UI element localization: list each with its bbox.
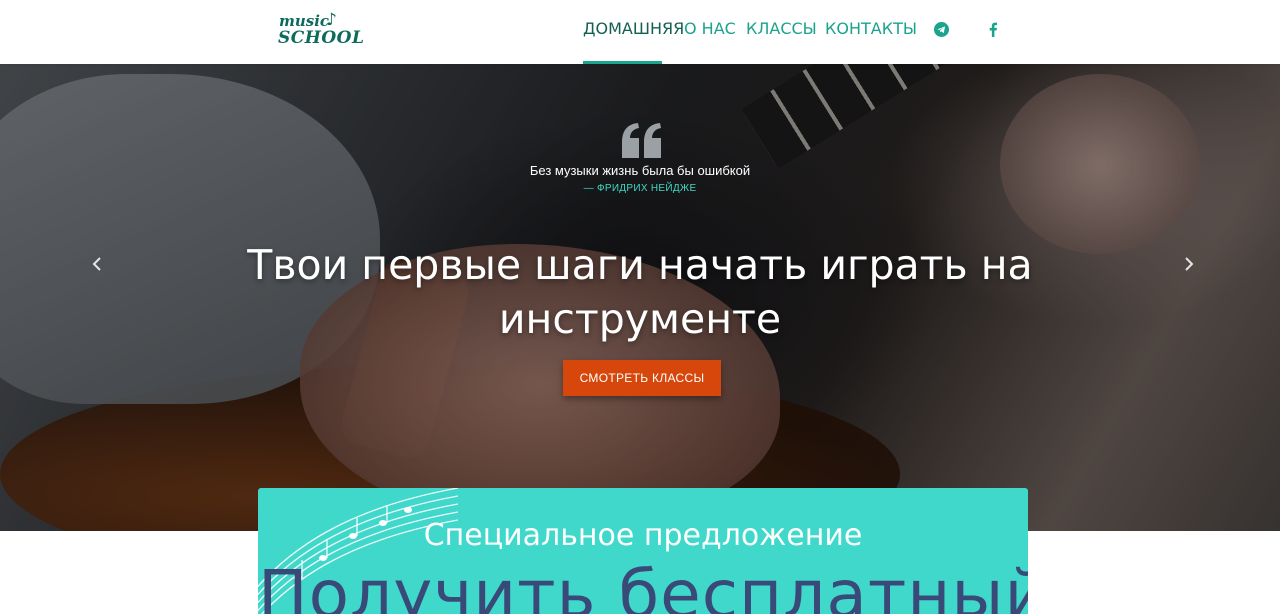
hero-quote: Без музыки жизнь была бы ошибкой <box>529 163 751 178</box>
logo[interactable]: music ♪ SCHOOL <box>276 10 364 54</box>
hero-title: Твои первые шаги начать играть на инстру… <box>247 241 1033 343</box>
logo-line-2: SCHOOL <box>278 28 365 48</box>
nav-item-contacts[interactable]: КОНТАКТЫ <box>825 0 917 64</box>
offer-headline: Получить бесплатный <box>258 556 1028 614</box>
site-header: music ♪ SCHOOL ДОМАШНЯЯ О НАС КЛАССЫ КОН… <box>0 0 1280 64</box>
quote-icon <box>620 122 664 160</box>
nav-item-home[interactable]: ДОМАШНЯЯ <box>583 0 684 64</box>
facebook-icon[interactable] <box>985 21 1001 37</box>
hero-quote-author: — ФРИДРИХ НЕЙДЖЕ <box>583 183 697 194</box>
hero-slider: Без музыки жизнь была бы ошибкой — ФРИДР… <box>0 64 1280 531</box>
slider-next-arrow-icon[interactable] <box>1179 254 1199 274</box>
slider-prev-arrow-icon[interactable] <box>87 254 107 274</box>
view-classes-button[interactable]: СМОТРЕТЬ КЛАССЫ <box>563 360 721 396</box>
offer-subtitle: Специальное предложение <box>423 518 863 553</box>
music-note-icon: ♪ <box>326 10 337 30</box>
nav-item-classes[interactable]: КЛАССЫ <box>746 0 817 64</box>
telegram-icon[interactable] <box>933 21 949 37</box>
special-offer-card: Специальное предложение Получить бесплат… <box>258 488 1028 614</box>
nav-item-about[interactable]: О НАС <box>684 0 736 64</box>
